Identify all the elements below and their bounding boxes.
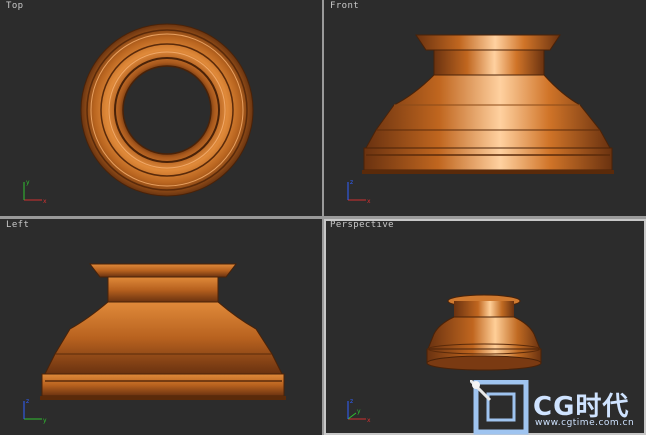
axis-gizmo: x y (23, 179, 47, 205)
watermark-url: www.cgtime.com.cn (535, 418, 635, 428)
viewport-top[interactable]: Top x y (0, 0, 322, 216)
axis-gizmo: y z (23, 398, 47, 424)
axis-y-label: y (357, 408, 361, 415)
axis-z-label: z (350, 179, 353, 186)
axis-x-label: x (367, 417, 371, 424)
axis-x-label: x (43, 198, 47, 205)
front-view-model (362, 34, 614, 174)
left-view-model (40, 263, 286, 400)
axis-y-label: y (26, 179, 30, 186)
top-view-model (80, 23, 254, 197)
axis-z-label: z (26, 398, 29, 405)
axis-gizmo: x y z (347, 398, 371, 424)
viewport-left[interactable]: Left y z (0, 219, 322, 435)
axis-x-label: x (367, 198, 371, 205)
axis-y-label: y (43, 417, 47, 424)
axis-gizmo: x z (347, 179, 371, 205)
axis-z-label: z (350, 398, 353, 405)
viewport-front[interactable]: Front x z (324, 0, 646, 216)
